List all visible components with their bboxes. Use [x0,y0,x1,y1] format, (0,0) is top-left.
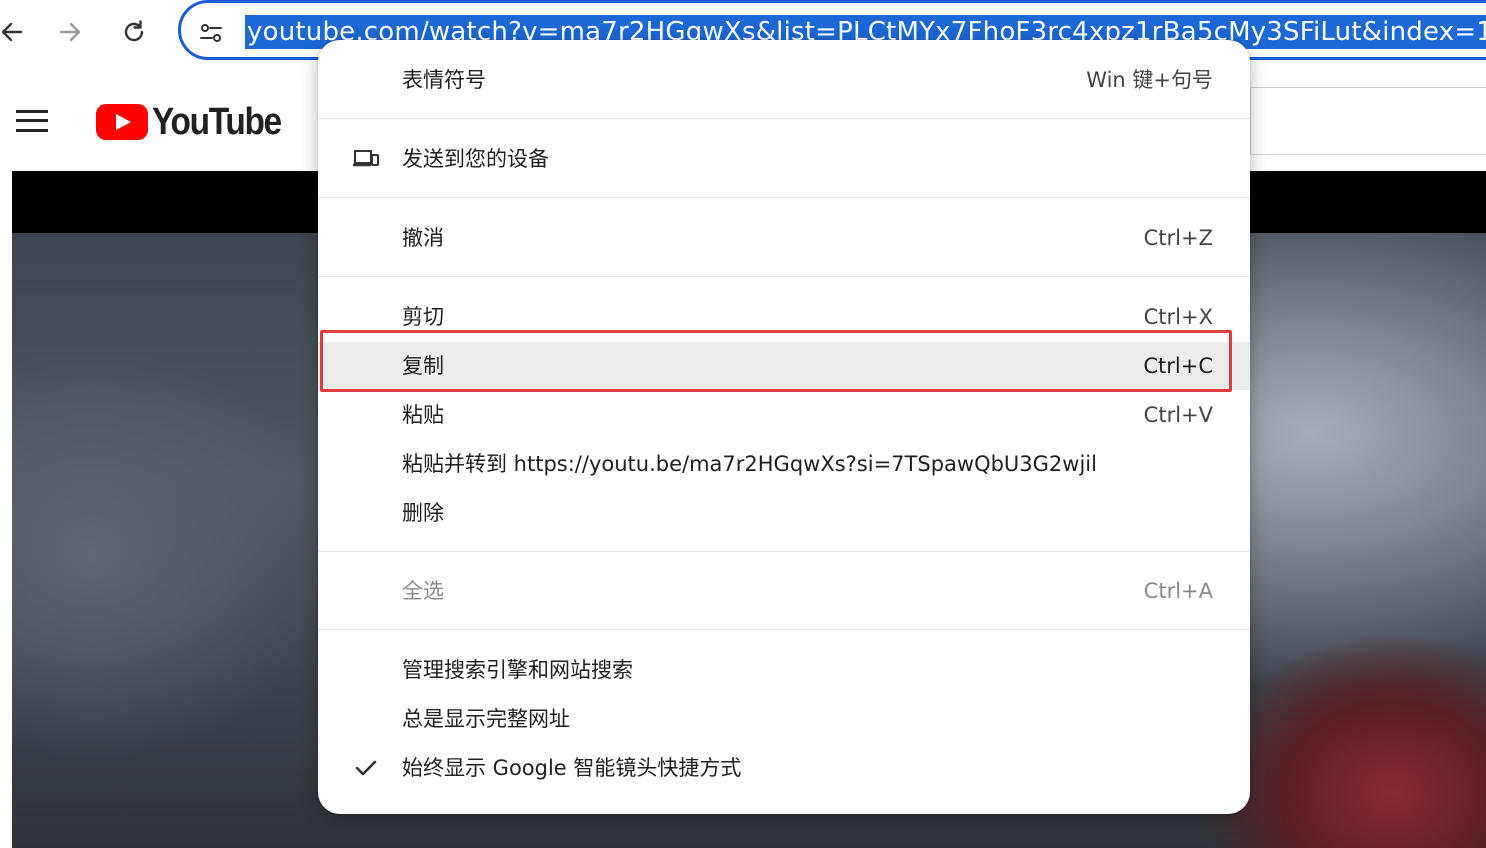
menu-item-label: 总是显示完整网址 [402,707,570,731]
context-menu: 表情符号 Win 键+句号 发送到您的设备 撤消 Ctrl+Z 剪切 Ctrl+… [318,40,1250,814]
menu-item-emoji[interactable]: 表情符号 Win 键+句号 [318,56,1250,104]
menu-separator [318,551,1250,552]
menu-item-shortcut: Ctrl+Z [1143,226,1213,250]
menu-item-delete[interactable]: 删除 [318,489,1250,537]
menu-item-shortcut: Ctrl+X [1143,305,1213,329]
menu-item-paste-and-go[interactable]: 粘贴并转到 https://youtu.be/ma7r2HGqwXs?si=7T… [318,440,1250,488]
menu-item-select-all[interactable]: 全选 Ctrl+A [318,567,1250,615]
search-input[interactable] [1250,87,1486,155]
menu-item-label: 全选 [402,579,444,603]
tune-icon [200,24,222,42]
menu-item-manage-search-engines[interactable]: 管理搜索引擎和网站搜索 [318,646,1250,694]
youtube-logo-text: YouTube [152,100,282,143]
devices-icon [352,145,380,173]
menu-item-label: 复制 [402,354,444,378]
back-button[interactable] [0,12,32,52]
menu-item-label: 删除 [402,501,444,525]
browser-window: youtube.com/watch?v=ma7r2HGqwXs&list=PLC… [0,0,1486,848]
menu-item-label: 表情符号 [402,68,486,92]
menu-item-label: 撤消 [402,226,444,250]
menu-item-shortcut: Ctrl+C [1143,354,1213,378]
arrow-left-icon [1,22,23,42]
menu-item-undo[interactable]: 撤消 Ctrl+Z [318,214,1250,262]
menu-separator [318,197,1250,198]
menu-item-label: 粘贴 [402,403,444,427]
menu-item-shortcut: Ctrl+A [1143,579,1213,603]
menu-separator [318,629,1250,630]
forward-button[interactable] [50,12,90,52]
menu-item-label: 始终显示 Google 智能镜头快捷方式 [402,756,742,780]
menu-icon[interactable] [14,106,50,136]
reload-icon [124,20,144,42]
site-info-button[interactable] [195,17,227,49]
menu-item-label: 管理搜索引擎和网站搜索 [402,658,633,682]
menu-item-label: 剪切 [402,305,444,329]
menu-item-google-lens-shortcut[interactable]: 始终显示 Google 智能镜头快捷方式 [318,744,1250,792]
arrow-right-icon [59,22,81,42]
checkmark-icon [352,754,380,782]
menu-item-cut[interactable]: 剪切 Ctrl+X [318,293,1250,341]
menu-separator [318,118,1250,119]
menu-item-shortcut: Win 键+句号 [1086,68,1213,92]
menu-item-copy[interactable]: 复制 Ctrl+C [318,342,1250,390]
menu-item-send-to-devices[interactable]: 发送到您的设备 [318,135,1250,183]
menu-item-label: 粘贴并转到 https://youtu.be/ma7r2HGqwXs?si=7T… [402,452,1097,476]
menu-separator [318,276,1250,277]
menu-item-label: 发送到您的设备 [402,147,549,171]
youtube-play-icon [96,104,148,140]
reload-button[interactable] [114,12,154,52]
menu-item-always-show-full-url[interactable]: 总是显示完整网址 [318,695,1250,743]
youtube-logo[interactable]: YouTube [96,100,298,144]
menu-item-shortcut: Ctrl+V [1143,403,1213,427]
menu-item-paste[interactable]: 粘贴 Ctrl+V [318,391,1250,439]
